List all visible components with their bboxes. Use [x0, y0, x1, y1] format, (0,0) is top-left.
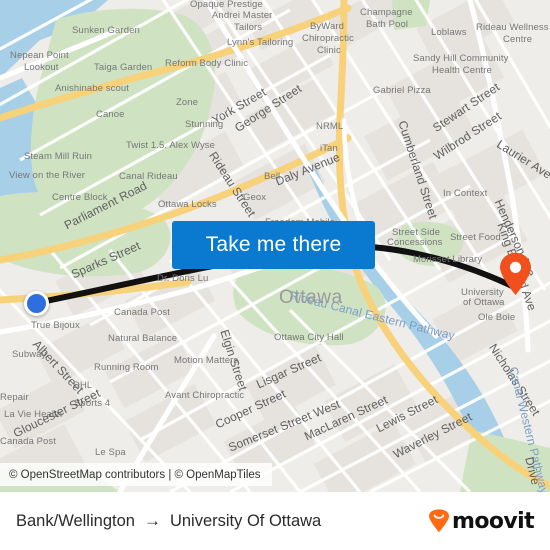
- map-label: Twist 1.5. Alex Wyse: [126, 140, 216, 151]
- map-label: Canoe: [96, 109, 125, 120]
- moovit-pin-icon: [429, 509, 450, 533]
- map-label: ByWard: [310, 21, 345, 32]
- map-label: Opaque Prestige: [190, 0, 263, 10]
- map-label: Tailors: [234, 22, 263, 33]
- map-label: Clinic: [317, 45, 341, 56]
- trip-destination-label: University Of Ottawa: [169, 511, 322, 530]
- moovit-trip-map-screen: Sunken Garden Opaque Prestige Andrei Maste…: [0, 0, 550, 550]
- map-label: Reform Body Clinic: [165, 58, 249, 69]
- map-label: Sandy Hill Community: [413, 53, 509, 64]
- map-label: Lynn's Tailoring: [227, 37, 294, 48]
- map-label: Zone: [176, 97, 199, 108]
- map-label: Anishinabe scout: [55, 83, 129, 94]
- map-label: Ole Bole: [478, 312, 516, 323]
- trip-footer: Bank/Wellington → University Of Ottawa m…: [0, 492, 550, 550]
- map-label: Concessions: [387, 237, 443, 248]
- map-label: Canada Post: [0, 436, 57, 447]
- map-label: Sunken Garden: [72, 25, 140, 36]
- arrow-right-icon: →: [143, 511, 161, 530]
- map-label: Geox: [243, 192, 267, 203]
- map-label: Andrei Master: [212, 10, 273, 21]
- map-label: Ottawa City Hall: [274, 332, 344, 343]
- map-label: Nepean Point: [10, 50, 69, 61]
- map-label: Taiga Garden: [94, 62, 153, 73]
- attribution-text: © OpenStreetMap contributors | © OpenMap…: [9, 468, 261, 481]
- map-label: Canal Rideau: [119, 171, 178, 182]
- map-label: Loblaws: [431, 27, 467, 38]
- map-label: Dr. Doris Lu: [157, 273, 209, 284]
- moovit-wordmark: moovit: [452, 508, 535, 534]
- map-label: Avant Chiropractic: [165, 390, 245, 401]
- map-label: Centre: [503, 34, 533, 45]
- map-label: In Context: [443, 188, 488, 199]
- destination-pin-icon[interactable]: [499, 252, 532, 296]
- trip-summary: Bank/Wellington → University Of Ottawa: [16, 511, 321, 531]
- map-label: Canada Post: [114, 307, 171, 318]
- map-label: Bath Pool: [366, 19, 409, 30]
- take-me-there-button[interactable]: Take me there: [172, 221, 375, 269]
- map-label: Gabriel Pizza: [373, 85, 431, 96]
- map-label: Repair: [0, 392, 29, 403]
- map-label: of Ottawa: [463, 297, 505, 308]
- map-label: NRML: [316, 121, 344, 132]
- map-label: View on the River: [9, 170, 85, 181]
- moovit-logo[interactable]: moovit: [428, 508, 535, 534]
- map-label: Champagne: [360, 7, 413, 18]
- origin-dot-icon[interactable]: [24, 291, 49, 316]
- map-label: Stunning: [185, 119, 224, 130]
- map-label: Running Room: [94, 362, 159, 373]
- map-label: True Bijoux: [31, 320, 80, 331]
- map-attribution: © OpenStreetMap contributors | © OpenMap…: [0, 463, 272, 486]
- map-canvas[interactable]: Sunken Garden Opaque Prestige Andrei Maste…: [0, 0, 550, 492]
- trip-origin-label: Bank/Wellington: [16, 511, 135, 530]
- map-label: Ottawa Locks: [158, 199, 217, 210]
- map-label: Subway: [12, 349, 47, 360]
- map-label: Health Centre: [432, 65, 492, 76]
- map-label: Morisset Library: [413, 254, 483, 265]
- map-label: Lookout: [24, 62, 59, 73]
- map-label: Chiropractic: [302, 33, 354, 44]
- map-label: Rideau Wellness: [476, 22, 549, 33]
- map-label: Natural Balance: [108, 333, 178, 344]
- map-label: Le Spa: [95, 447, 126, 458]
- map-label: Steam Mill Ruin: [24, 151, 93, 162]
- map-label: Ottawa: [279, 287, 343, 308]
- map-label: Street Food: [450, 232, 501, 243]
